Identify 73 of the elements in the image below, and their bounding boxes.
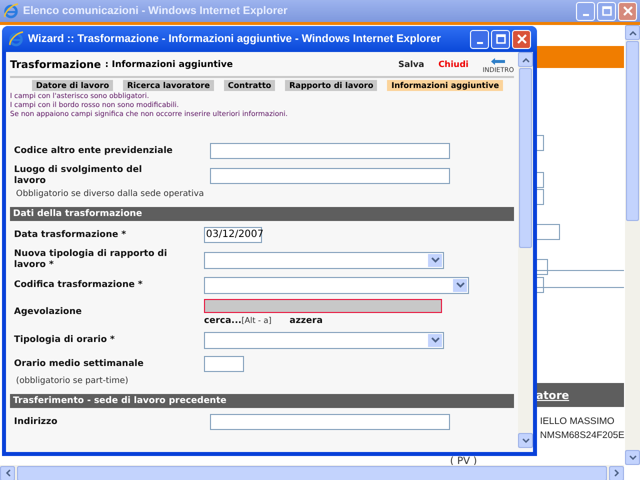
input-field[interactable] <box>210 168 450 184</box>
date-field[interactable]: 03/12/2007 <box>204 227 262 243</box>
tab[interactable]: Datore di lavoro <box>32 80 114 91</box>
reset-link[interactable]: azzera <box>290 316 323 326</box>
search-link[interactable]: cerca... <box>204 316 242 326</box>
browser-logo-icon <box>3 3 19 19</box>
down-caret-icon <box>522 438 530 444</box>
scroll-thumb[interactable] <box>519 68 532 248</box>
table-cell: ( PV ) <box>450 456 478 467</box>
hint-text: Obbligatorio se diverso dalla sede operativa <box>15 189 205 199</box>
down-caret-icon <box>456 282 464 288</box>
close-link[interactable]: Chiudi <box>438 60 469 70</box>
field-label: Agevolazione <box>14 307 83 318</box>
scroll-up-button[interactable] <box>518 52 533 67</box>
scroll-right-button[interactable] <box>609 466 624 480</box>
field-label: Codifica trasformazione * <box>14 280 144 290</box>
scroll-up-button[interactable] <box>625 25 640 40</box>
tab[interactable]: Contratto <box>224 80 276 91</box>
shortcut-hint: [Alt - a] <box>242 316 272 325</box>
input-field[interactable] <box>210 414 450 430</box>
close-icon <box>516 34 526 44</box>
scrollbar[interactable] <box>625 25 640 465</box>
close-icon <box>622 6 632 16</box>
scrollbar[interactable] <box>518 52 533 448</box>
save-link[interactable]: Salva <box>398 60 424 70</box>
dropdown[interactable] <box>204 252 444 268</box>
left-caret-icon <box>4 469 10 477</box>
section-header: Trasferimento - sede di lavoro precedente <box>10 394 514 408</box>
table-cell: NMSM68S24F205E <box>540 429 624 443</box>
dropdown[interactable] <box>204 332 444 348</box>
column-link[interactable]: atore <box>536 388 570 402</box>
minimize-button[interactable] <box>470 30 489 48</box>
tab[interactable]: Informazioni aggiuntive <box>387 80 504 91</box>
field-label: Orario medio settimanale <box>14 358 145 370</box>
tab[interactable]: Rapporto di lavoro <box>285 80 378 91</box>
close-button[interactable] <box>512 30 531 48</box>
hint-text: (obbligatorio se part-time) <box>15 376 130 386</box>
field-label: Data trasformazione * <box>14 230 128 240</box>
minimize-icon <box>476 42 482 44</box>
maximize-icon <box>496 34 506 44</box>
field-label: Codice altro ente previdenziale <box>14 146 174 156</box>
window-title: Wizard :: Trasformazione - Informazioni aggiuntive - Windows Internet Explorer <box>28 33 442 45</box>
up-caret-icon <box>522 56 530 62</box>
table-cell-text: IELLO MASSIMO <box>540 415 616 429</box>
page-subtitle: : Informazioni aggiuntive <box>105 60 233 70</box>
up-caret-icon <box>628 30 636 36</box>
scroll-thumb[interactable] <box>626 41 639 221</box>
right-caret-icon <box>614 469 620 477</box>
field-label: Tipologia di orario * <box>14 334 116 346</box>
left-arrow-icon <box>490 56 506 66</box>
minimize-icon <box>582 14 588 16</box>
down-caret-icon <box>430 257 440 263</box>
input-field[interactable] <box>204 356 244 372</box>
scroll-down-button[interactable] <box>518 433 533 448</box>
maximize-icon <box>602 6 612 16</box>
dropdown[interactable] <box>204 276 469 294</box>
tab[interactable]: Ricerca lavoratore <box>123 80 214 91</box>
maximize-button[interactable] <box>491 30 510 48</box>
field-label: Luogo di svolgimento del lavoro <box>14 165 143 187</box>
scroll-left-button[interactable] <box>0 466 15 480</box>
browser-logo-icon <box>8 31 24 47</box>
field-label: Indirizzo <box>14 416 58 428</box>
section-header: Dati della trasformazione <box>10 207 514 221</box>
down-caret-icon <box>430 337 440 343</box>
scroll-down-button[interactable] <box>625 450 640 465</box>
page-title: Trasformazione <box>10 59 102 71</box>
field-label: Nuova tipologia di rapporto di lavoro * <box>14 249 168 271</box>
close-button[interactable] <box>618 2 637 20</box>
down-caret-icon <box>628 454 636 460</box>
minimize-button[interactable] <box>576 2 595 20</box>
window-title: Elenco comunicazioni - Windows Internet Explorer <box>23 5 289 17</box>
input-field[interactable] <box>210 143 450 159</box>
maximize-button[interactable] <box>597 2 616 20</box>
